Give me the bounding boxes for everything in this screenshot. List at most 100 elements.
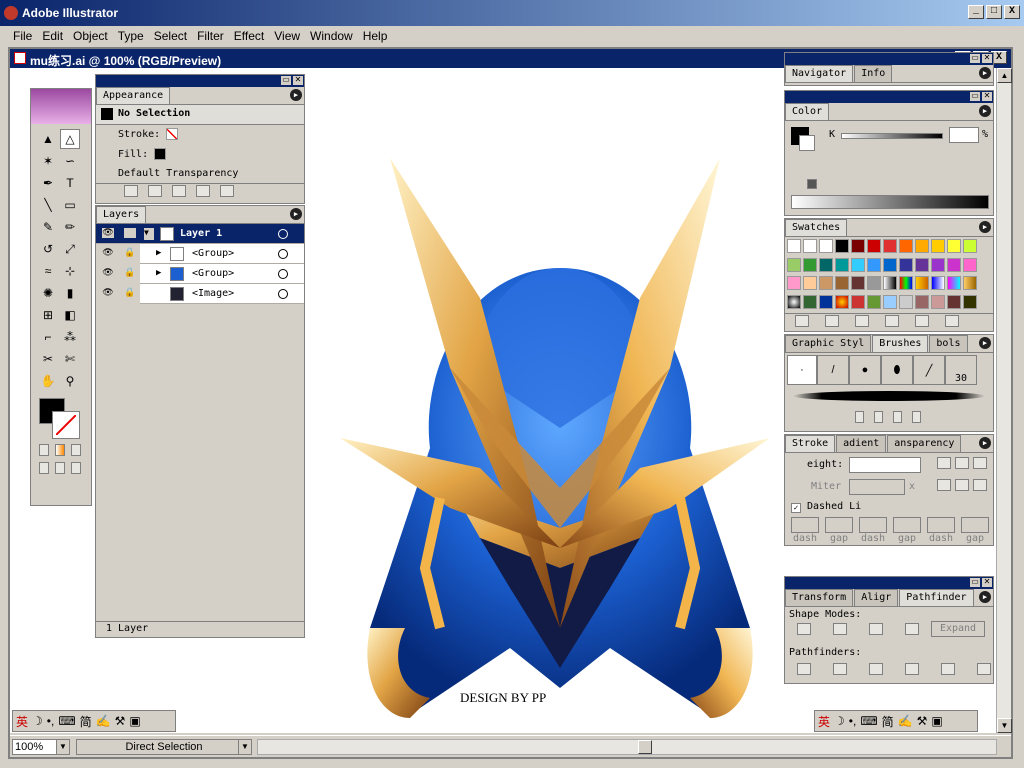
- show-gradients-icon[interactable]: [855, 315, 869, 327]
- moon-icon[interactable]: ☽: [834, 714, 845, 728]
- fill-stroke-control[interactable]: [39, 398, 83, 442]
- close-icon[interactable]: ✕: [293, 76, 303, 85]
- panel-menu-icon[interactable]: ▶: [290, 208, 302, 220]
- show-swatches-icon[interactable]: [795, 315, 809, 327]
- lock-toggle-icon[interactable]: [124, 228, 136, 238]
- new-art-basic-icon[interactable]: [124, 185, 138, 197]
- swatch[interactable]: [915, 276, 929, 290]
- swatch[interactable]: [899, 239, 913, 253]
- show-colors-icon[interactable]: [825, 315, 839, 327]
- menu-window[interactable]: Window: [305, 26, 358, 46]
- tab-symbols[interactable]: bols: [929, 335, 968, 352]
- tab-appearance[interactable]: Appearance: [96, 87, 171, 104]
- swatch[interactable]: [867, 239, 881, 253]
- zoom-select[interactable]: 100% ▼: [12, 739, 70, 755]
- scale-tool-icon[interactable]: ⤢: [60, 239, 80, 259]
- show-patterns-icon[interactable]: [885, 315, 899, 327]
- pen-icon[interactable]: ✍: [898, 714, 913, 728]
- swatch[interactable]: [787, 276, 801, 290]
- lasso-tool-icon[interactable]: ∽: [60, 151, 80, 171]
- magic-wand-tool-icon[interactable]: ✶: [38, 151, 58, 171]
- swatch[interactable]: [787, 257, 801, 272]
- merge-icon[interactable]: [869, 663, 883, 675]
- last-color-swatch[interactable]: [807, 179, 817, 189]
- menu-help[interactable]: Help: [358, 26, 393, 46]
- unite-icon[interactable]: [797, 623, 811, 635]
- paintbrush-tool-icon[interactable]: ✎: [38, 217, 58, 237]
- swatch[interactable]: [899, 294, 913, 309]
- swatch[interactable]: [947, 239, 961, 253]
- pen-tool-icon[interactable]: ✒: [38, 173, 58, 193]
- scroll-thumb[interactable]: [638, 740, 652, 754]
- minus-back-icon[interactable]: [977, 663, 991, 675]
- chevron-down-icon[interactable]: ▼: [144, 228, 154, 240]
- panel-menu-icon[interactable]: ▶: [979, 337, 991, 349]
- menu-view[interactable]: View: [269, 26, 305, 46]
- panel-menu-icon[interactable]: ▶: [979, 67, 991, 79]
- panel-menu-icon[interactable]: ▶: [290, 89, 302, 101]
- swatch[interactable]: [931, 294, 945, 309]
- ime-mode-indicator[interactable]: 简: [882, 713, 894, 730]
- menu-object[interactable]: Object: [68, 26, 113, 46]
- horizontal-scrollbar[interactable]: [257, 739, 997, 755]
- scissors-tool-icon[interactable]: ✄: [60, 349, 80, 369]
- screen-mode-full-icon[interactable]: [71, 462, 81, 474]
- close-icon[interactable]: ✕: [982, 92, 992, 101]
- panel-menu-icon[interactable]: ▶: [979, 221, 991, 233]
- scroll-up-icon[interactable]: ▲: [997, 68, 1012, 83]
- intersect-icon[interactable]: [869, 623, 883, 635]
- swatch[interactable]: [947, 276, 961, 290]
- exclude-icon[interactable]: [905, 623, 919, 635]
- expand-button[interactable]: Expand: [931, 621, 985, 637]
- swatch[interactable]: [867, 257, 881, 272]
- layer-row-group2[interactable]: 👁 🔒 ▶ <Group>: [102, 264, 304, 284]
- target-circle-icon[interactable]: [278, 289, 288, 299]
- swatch[interactable]: [915, 257, 929, 272]
- lock-icon[interactable]: 🔒: [124, 268, 136, 278]
- swatch[interactable]: [787, 294, 801, 309]
- blend-tool-icon[interactable]: ⁂: [60, 327, 80, 347]
- target-circle-icon[interactable]: [278, 249, 288, 259]
- visibility-eye-icon[interactable]: 👁: [102, 268, 114, 278]
- swatch[interactable]: [963, 239, 977, 253]
- gap-field[interactable]: gap: [961, 517, 989, 544]
- new-swatch-icon[interactable]: [915, 315, 929, 327]
- swatch-grid[interactable]: [785, 237, 993, 313]
- swatch[interactable]: [947, 294, 961, 309]
- pen-icon[interactable]: ✍: [96, 714, 111, 728]
- menu-type[interactable]: Type: [113, 26, 149, 46]
- tab-color[interactable]: Color: [785, 103, 830, 120]
- menu-edit[interactable]: Edit: [37, 26, 68, 46]
- line-tool-icon[interactable]: ╲: [38, 195, 58, 215]
- duplicate-item-icon[interactable]: [196, 185, 210, 197]
- clear-appearance-icon[interactable]: [148, 185, 162, 197]
- visibility-eye-icon[interactable]: 👁: [102, 248, 114, 258]
- swatch[interactable]: [803, 257, 817, 272]
- miter-input[interactable]: [849, 479, 905, 495]
- chevron-down-icon[interactable]: ▼: [56, 740, 69, 754]
- new-brush-icon[interactable]: [893, 411, 902, 423]
- chevron-right-icon[interactable]: ▶: [156, 268, 161, 278]
- scroll-down-icon[interactable]: ▼: [997, 718, 1012, 733]
- swatch[interactable]: [835, 294, 849, 309]
- keyboard-icon[interactable]: ⌨: [58, 714, 75, 728]
- swatch[interactable]: [931, 257, 945, 272]
- swatch[interactable]: [883, 239, 897, 253]
- ime-mode-indicator[interactable]: 简: [80, 713, 92, 730]
- gradient-tool-icon[interactable]: ◧: [60, 305, 80, 325]
- stroke-swatch[interactable]: [799, 135, 815, 151]
- swatch[interactable]: [883, 257, 897, 272]
- bevel-join-icon[interactable]: [973, 479, 987, 491]
- swatch[interactable]: [835, 276, 849, 290]
- tab-swatches[interactable]: Swatches: [785, 219, 848, 236]
- close-button[interactable]: X: [1004, 5, 1020, 19]
- dashed-line-checkbox[interactable]: ✓: [791, 503, 801, 513]
- ime-language-indicator[interactable]: 英: [16, 713, 28, 730]
- tab-info[interactable]: Info: [854, 65, 893, 82]
- current-tool-select[interactable]: Direct Selection ▼: [76, 739, 252, 755]
- swatch[interactable]: [851, 294, 865, 309]
- brush-round-icon[interactable]: ●: [849, 355, 881, 385]
- tab-transparency[interactable]: ansparency: [887, 435, 962, 452]
- brush-oval-icon[interactable]: ⬮: [881, 355, 913, 385]
- swatch[interactable]: [963, 294, 977, 309]
